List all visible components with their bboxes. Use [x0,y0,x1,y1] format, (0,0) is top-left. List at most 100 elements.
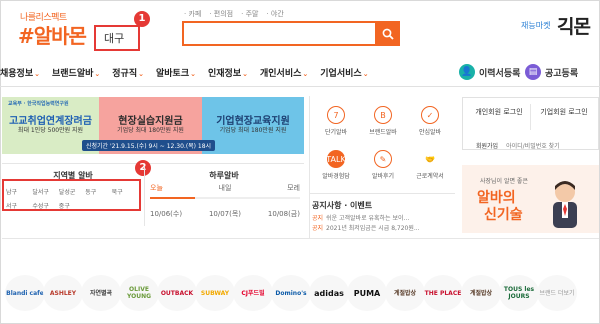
nav-item-brand[interactable]: 브랜드알바⌄ [52,66,100,83]
boss-character-illustration [553,181,577,228]
quick-tag[interactable]: · 편의점 [209,9,233,19]
banner-segment-training: 기업현장교육지원 기업당 최대 180만원 지원 [202,97,304,154]
date-label: 10/08(금) [267,210,300,218]
nav-item-jobs[interactable]: 채용정보⌄ [0,66,40,83]
section-divider [2,238,599,239]
service-brand[interactable]: B 브랜드알바 [361,106,405,136]
chevron-down-icon: ⌄ [190,70,196,78]
daily-job-title: 하루알바 [209,171,239,180]
banner-subtitle: 최대 1인당 500만원 지원 [17,127,84,134]
main-nav: 채용정보⌄ 브랜드알바⌄ 정규직⌄ 알바토크⌄ 인재정보⌄ 개인서비스⌄ 기업서… [0,66,381,83]
nav-item-talk[interactable]: 알바토크⌄ [156,66,196,83]
brand-logo[interactable]: PUMA [347,275,387,311]
nav-item-company[interactable]: 기업서비스⌄ [320,66,368,83]
quick-search-tags: · 카페 · 편의점 · 주말 · 야간 [184,9,284,19]
personal-login-button[interactable]: 개인회원 로그인 [469,108,529,117]
brand-logo[interactable]: 계절밥상 [385,275,425,311]
daily-job-dates: 10/06(수) 10/07(목) 10/08(금) [150,209,300,219]
quick-tag[interactable]: · 주말 [241,9,258,19]
brand-logo[interactable]: SUBWAY [195,275,235,311]
brand-logo[interactable]: 자연별곡 [81,275,121,311]
talent-market-label: 재능마켓 [521,21,551,30]
shield-check-icon: ✓ [421,106,439,124]
date-label: 10/06(수) [150,210,183,218]
brand-logo[interactable]: Domino's [271,275,311,311]
section-divider [2,163,304,164]
brand-logo[interactable]: 계절밥상 [461,275,501,311]
nav-item-fulltime[interactable]: 정규직⌄ [112,66,144,83]
pencil-icon: ✎ [374,150,392,168]
brand-logo[interactable]: THE PLACE [423,275,463,311]
service-safe[interactable]: ✓ 안심알바 [408,106,452,136]
tab-today[interactable]: 오늘 [150,183,163,193]
nav-divider [0,86,600,87]
quick-tag[interactable]: · 카페 [184,9,201,19]
nav-item-personal[interactable]: 개인서비스⌄ [260,66,308,83]
brand-logo[interactable]: ASHLEY [43,275,83,311]
district-link[interactable]: 남구 [6,187,32,196]
banner-title: 기업현장교육지원 [216,116,290,127]
albamon-logo[interactable]: #알바몬 [18,20,87,49]
chevron-down-icon: ⌄ [362,70,369,78]
notice-title[interactable]: 공지사항 · 이벤트 [312,200,372,211]
login-divider [530,104,531,130]
promo-caption: 사장님이 알면 좋은 [480,178,528,185]
callout-badge-1: 1 [134,11,150,27]
job-post-button[interactable]: ▤ 공고등록 [525,64,578,80]
tab-day-after[interactable]: 모레 [287,183,300,193]
daily-job-tabs: 오늘 내일 모레 [150,183,300,193]
brand-logo[interactable]: OLIVE YOUNG [119,275,159,311]
banner-org-logo: 교육부 · 한국직업능력연구원 [8,101,69,107]
district-link[interactable]: 북구 [112,187,138,196]
calendar-icon: 7 [327,106,345,124]
district-link[interactable]: 동구 [85,187,111,196]
column-divider [144,166,145,226]
chevron-down-icon: ⌄ [302,70,309,78]
date-label: 10/07(목) [208,210,242,218]
find-account-link[interactable]: 아이디/비밀번호 찾기 [506,141,560,150]
service-experience[interactable]: TALK 알바경험담 [314,150,358,180]
region-selector[interactable]: 대구 [94,25,140,51]
gigmon-logo[interactable]: 긱몬 [557,12,591,39]
district-link[interactable]: 수성구 [32,201,58,210]
chevron-down-icon: ⌄ [242,70,248,78]
tab-tomorrow[interactable]: 내일 [219,183,232,193]
company-login-button[interactable]: 기업회원 로그인 [534,108,594,117]
search-input[interactable] [182,21,400,46]
promo-headline-2: 신기술 [484,207,523,223]
brand-logo[interactable]: CJ푸드빌 [233,275,273,311]
brand-logo[interactable]: OUTBACK [157,275,197,311]
search-button[interactable] [375,21,400,46]
notice-item[interactable]: 공지 쉬운 고객알바로 유혹하는 보이... [312,213,409,222]
chevron-down-icon: ⌄ [94,70,101,78]
brand-logo[interactable]: adidas [309,275,349,311]
banner-application-period: 신청기간 '21.9.15.(수) 9시 ~ 12.30.(목) 18시 [82,140,216,151]
district-link[interactable]: 서구 [6,201,32,210]
service-short-term[interactable]: 7 단기알바 [314,106,358,136]
browser-frame [0,0,600,324]
service-contract[interactable]: 🤝 근로계약서 [408,150,452,181]
banner-title: 현장실습지원금 [118,116,183,127]
document-icon: ▤ [525,64,541,80]
banner-subtitle: 기업당 최대 180만원 지원 [117,127,184,134]
quick-tag[interactable]: · 야간 [266,9,283,19]
person-icon: 👤 [459,64,475,80]
search-icon [382,28,394,40]
resume-register-button[interactable]: 👤 이력서등록 [459,64,520,80]
district-link[interactable]: 달성군 [59,187,85,196]
service-review[interactable]: ✎ 알바후기 [361,150,405,180]
region-label: 대구 [104,32,125,45]
brand-logo[interactable]: TOUS les JOURS [499,275,539,311]
notice-item[interactable]: 공지 2021년 최저임금은 시급 8,720원... [312,223,420,232]
district-link[interactable]: 달서구 [32,187,58,196]
nav-item-talent[interactable]: 인재정보⌄ [208,66,248,83]
more-brands-link[interactable]: 브랜드 더보기 [537,275,577,311]
brand-logo[interactable]: Blandi cafe [5,275,45,311]
section-divider [309,193,455,194]
chevron-down-icon: ⌄ [138,70,144,78]
signup-link[interactable]: 회원가입 [476,141,498,150]
login-links: 회원가입 아이디/비밀번호 찾기 [476,141,560,150]
column-divider [309,96,310,238]
daily-tab-indicator [150,197,300,199]
district-link[interactable]: 중구 [59,201,85,210]
